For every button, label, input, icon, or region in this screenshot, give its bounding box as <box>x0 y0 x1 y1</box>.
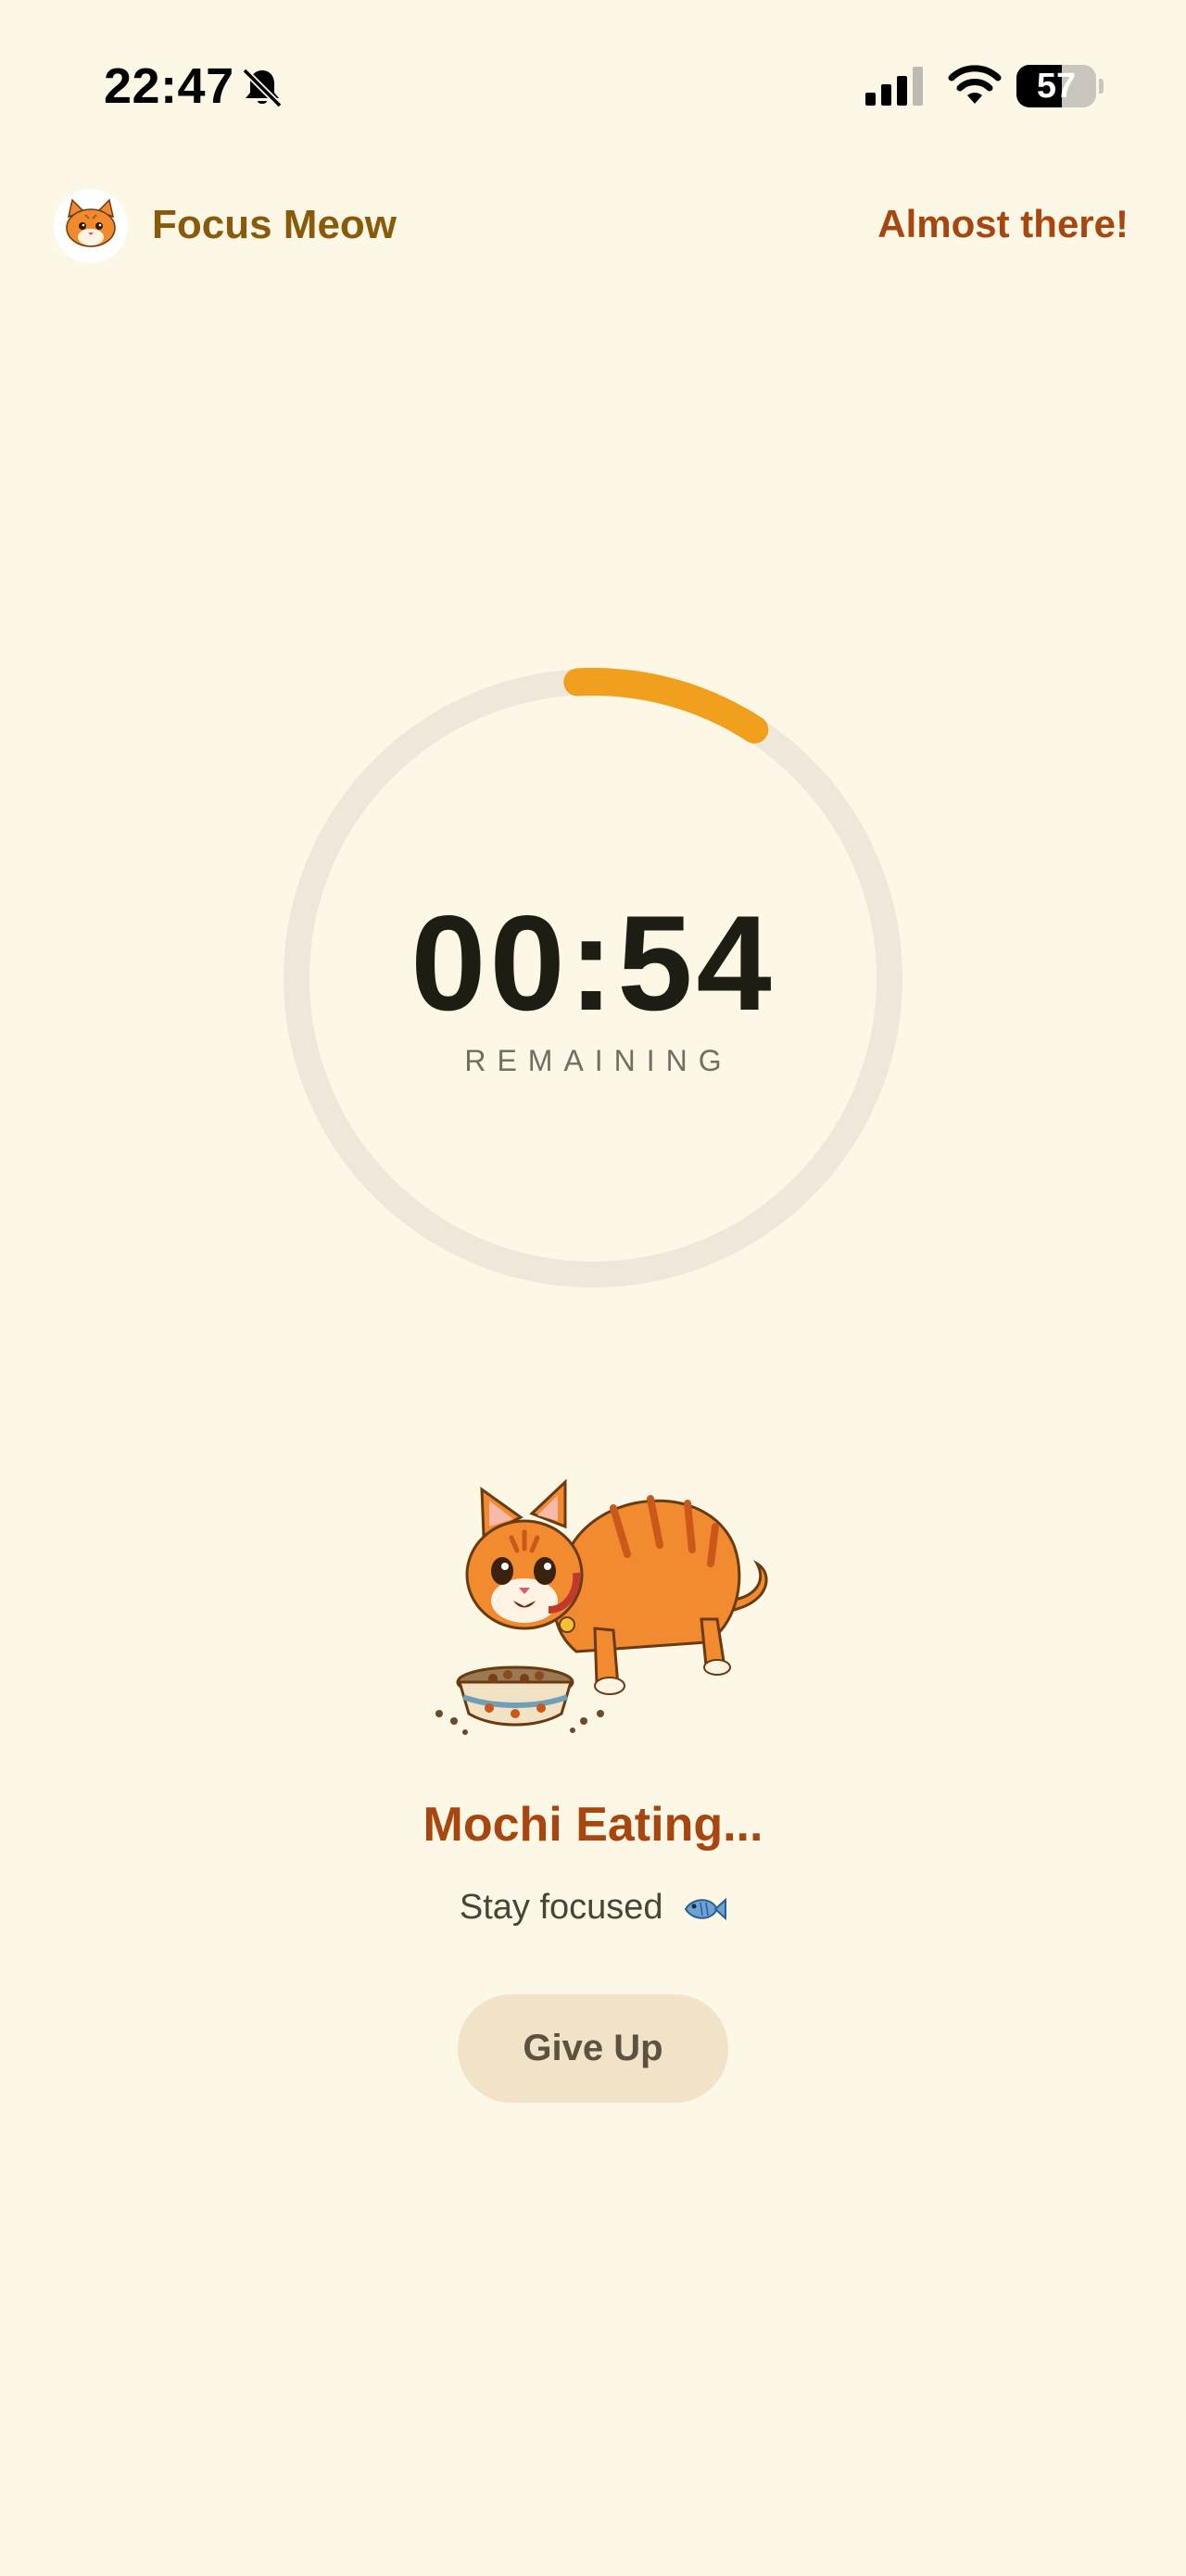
cat-status-title: Mochi Eating... <box>423 1798 763 1852</box>
timer-label: REMAINING <box>464 1044 733 1077</box>
subtitle-row: Stay focused <box>0 1888 1186 1928</box>
battery-level: 57 <box>1036 67 1077 106</box>
give-up-button[interactable]: Give Up <box>458 1994 728 2103</box>
focus-timer-screen: 22:47 57 Focus Meow Almost there! 00:54 … <box>0 0 1186 2576</box>
status-time: 22:47 <box>104 58 234 114</box>
timer-ring <box>282 668 903 1288</box>
cat-eating-illustration <box>435 1478 768 1735</box>
battery-indicator: 57 <box>1016 65 1104 107</box>
fish-icon <box>684 1897 727 1921</box>
status-message: Almost there! <box>877 202 1129 245</box>
subtitle-text: Stay focused <box>459 1888 663 1927</box>
timer-countdown: 00:54 <box>410 887 776 1038</box>
app-title: Focus Meow <box>152 202 397 247</box>
cat-face-icon <box>54 189 128 263</box>
cellular-signal-icon <box>865 67 923 106</box>
bell-slash-icon <box>242 68 283 108</box>
wifi-icon <box>948 65 1002 104</box>
